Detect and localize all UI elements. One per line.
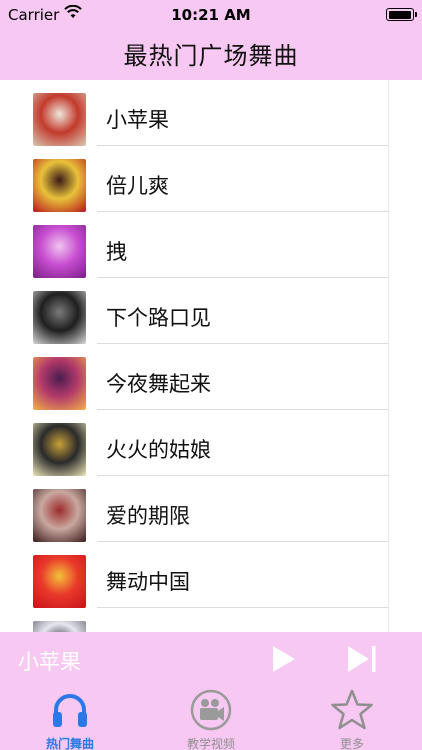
song-row[interactable]: 爱的期限 [0,476,422,542]
headphones-icon [53,694,87,727]
tab-label: 热门舞曲 [45,737,94,750]
album-thumbnail [33,93,86,146]
song-list[interactable]: 小苹果倍儿爽拽下个路口见今夜舞起来火火的姑娘爱的期限舞动中国 [0,80,422,632]
song-title: 舞动中国 [106,570,190,594]
song-title: 拽 [106,240,127,264]
album-thumbnail [33,621,86,632]
tab-label: 教学视频 [186,737,235,750]
song-title: 小苹果 [106,108,169,132]
song-title: 下个路口见 [106,306,211,330]
tab-more[interactable]: 更多 [282,686,422,750]
now-playing-title: 小苹果 [18,650,81,674]
page-title: 最热门广场舞曲 [123,42,299,70]
song-row[interactable]: 小苹果 [0,80,422,146]
status-bar: Carrier 10:21 AM [0,0,422,30]
album-thumbnail [33,357,86,410]
song-title: 火火的姑娘 [106,438,211,462]
play-icon[interactable] [268,644,298,674]
song-row[interactable]: 倍儿爽 [0,146,422,212]
clock: 10:21 AM [171,6,251,24]
album-thumbnail [33,555,86,608]
tab-label: 更多 [339,737,364,750]
song-row[interactable]: 火火的姑娘 [0,410,422,476]
album-thumbnail [33,291,86,344]
album-thumbnail [33,225,86,278]
song-row[interactable]: 下个路口见 [0,278,422,344]
song-row[interactable]: 拽 [0,212,422,278]
album-thumbnail [33,489,86,542]
battery-icon [386,8,417,21]
song-title: 今夜舞起来 [106,372,211,396]
song-row[interactable] [0,608,422,632]
tab-bar: 热门舞曲 教学视频 更多 [0,686,422,750]
tab-tutorial-videos[interactable]: 教学视频 [141,686,281,750]
song-title: 倍儿爽 [106,174,169,198]
tab-hot-dances[interactable]: 热门舞曲 [0,686,140,750]
video-camera-icon [190,689,232,731]
album-thumbnail [33,423,86,476]
header: Carrier 10:21 AM 最热门广场舞曲 [0,0,422,80]
song-row[interactable]: 舞动中国 [0,542,422,608]
skip-next-icon[interactable] [345,644,379,674]
song-title: 爱的期限 [106,504,190,528]
mini-player[interactable]: 小苹果 [0,632,422,686]
star-icon [331,689,373,730]
album-thumbnail [33,159,86,212]
song-row[interactable]: 今夜舞起来 [0,344,422,410]
